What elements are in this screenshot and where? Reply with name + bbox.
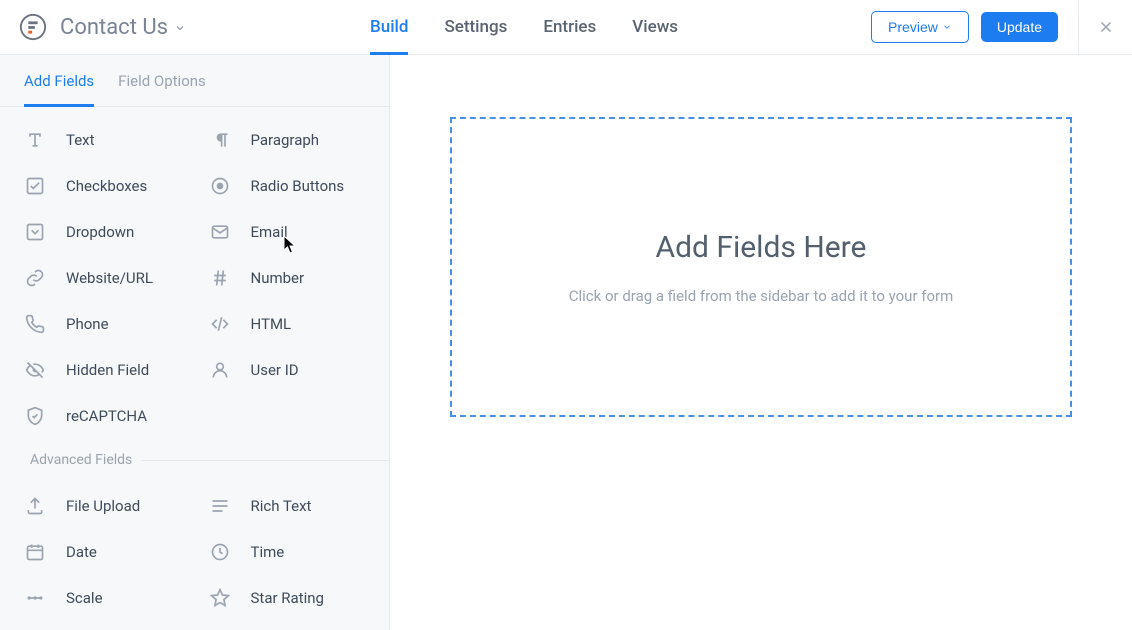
hidden-icon [24, 359, 46, 381]
field-file-upload[interactable]: File Upload [10, 483, 195, 529]
field-email[interactable]: Email [195, 209, 380, 255]
field-phone[interactable]: Phone [10, 301, 195, 347]
header: Contact Us Build Settings Entries Views … [0, 0, 1132, 55]
field-label: reCAPTCHA [66, 407, 147, 425]
field-label: Email [251, 223, 288, 241]
basic-fields-grid: Text Paragraph Checkboxes Radio Buttons Drop… [0, 107, 389, 439]
field-label: Date [66, 543, 97, 561]
caret-down-icon [174, 15, 186, 40]
checkbox-icon [24, 175, 46, 197]
field-user-id[interactable]: User ID [195, 347, 380, 393]
sidebar: Add Fields Field Options Text Paragraph Ch… [0, 55, 390, 630]
header-actions: Preview Update [871, 0, 1132, 54]
field-label: Scale [66, 589, 103, 607]
scale-icon [24, 587, 46, 609]
field-label: File Upload [66, 497, 140, 515]
field-recaptcha[interactable]: reCAPTCHA [10, 393, 195, 439]
dropzone[interactable]: Add Fields Here Click or drag a field fr… [450, 117, 1072, 417]
top-tabs: Build Settings Entries Views [370, 0, 678, 54]
tab-settings[interactable]: Settings [444, 0, 507, 54]
dropdown-icon [24, 221, 46, 243]
preview-button[interactable]: Preview [871, 11, 969, 43]
field-checkboxes[interactable]: Checkboxes [10, 163, 195, 209]
tab-views[interactable]: Views [632, 0, 678, 54]
tab-entries[interactable]: Entries [543, 0, 596, 54]
user-icon [209, 359, 231, 381]
shield-icon [24, 405, 46, 427]
dropzone-subtitle: Click or drag a field from the sidebar t… [569, 287, 954, 305]
field-label: Paragraph [251, 131, 320, 149]
link-icon [24, 267, 46, 289]
canvas: Add Fields Here Click or drag a field fr… [390, 55, 1132, 630]
field-label: Time [251, 543, 285, 561]
field-paragraph[interactable]: Paragraph [195, 117, 380, 163]
field-label: Hidden Field [66, 361, 149, 379]
field-label: Rich Text [251, 497, 312, 515]
paragraph-icon [209, 129, 231, 151]
star-icon [209, 587, 231, 609]
field-label: Phone [66, 315, 109, 333]
field-dropdown[interactable]: Dropdown [10, 209, 195, 255]
form-title-dropdown[interactable]: Contact Us [60, 15, 186, 40]
field-hidden-field[interactable]: Hidden Field [10, 347, 195, 393]
field-label: Star Rating [251, 589, 324, 607]
field-star-rating[interactable]: Star Rating [195, 575, 380, 621]
phone-icon [24, 313, 46, 335]
field-date[interactable]: Date [10, 529, 195, 575]
upload-icon [24, 495, 46, 517]
field-number[interactable]: Number [195, 255, 380, 301]
field-radio-buttons[interactable]: Radio Buttons [195, 163, 380, 209]
field-label: Radio Buttons [251, 177, 345, 195]
advanced-fields-label: Advanced Fields [0, 451, 389, 469]
hash-icon [209, 267, 231, 289]
radio-icon [209, 175, 231, 197]
field-text[interactable]: Text [10, 117, 195, 163]
field-website-url[interactable]: Website/URL [10, 255, 195, 301]
close-button[interactable] [1078, 0, 1132, 54]
field-html[interactable]: HTML [195, 301, 380, 347]
update-button[interactable]: Update [981, 12, 1058, 42]
sidebar-tab-add-fields[interactable]: Add Fields [24, 55, 94, 106]
tab-build[interactable]: Build [370, 0, 408, 54]
form-title-text: Contact Us [60, 15, 168, 40]
app-logo-icon[interactable] [18, 12, 48, 42]
caret-down-icon [942, 19, 952, 35]
sidebar-tabs: Add Fields Field Options [0, 55, 389, 107]
field-label: Checkboxes [66, 177, 147, 195]
html-icon [209, 313, 231, 335]
field-label: User ID [251, 361, 299, 379]
field-label: Text [66, 131, 95, 149]
email-icon [209, 221, 231, 243]
field-label: HTML [251, 315, 292, 333]
time-icon [209, 541, 231, 563]
dropzone-title: Add Fields Here [656, 230, 867, 265]
field-label: Website/URL [66, 269, 153, 287]
field-label: Dropdown [66, 223, 134, 241]
field-label: Number [251, 269, 305, 287]
sidebar-tab-field-options[interactable]: Field Options [118, 55, 206, 106]
preview-label: Preview [888, 19, 938, 35]
date-icon [24, 541, 46, 563]
close-icon [1097, 18, 1115, 36]
field-rich-text[interactable]: Rich Text [195, 483, 380, 529]
field-scale[interactable]: Scale [10, 575, 195, 621]
text-icon [24, 129, 46, 151]
richtext-icon [209, 495, 231, 517]
advanced-fields-grid: File Upload Rich Text Date Time Scale Star Ra… [0, 473, 389, 621]
field-time[interactable]: Time [195, 529, 380, 575]
